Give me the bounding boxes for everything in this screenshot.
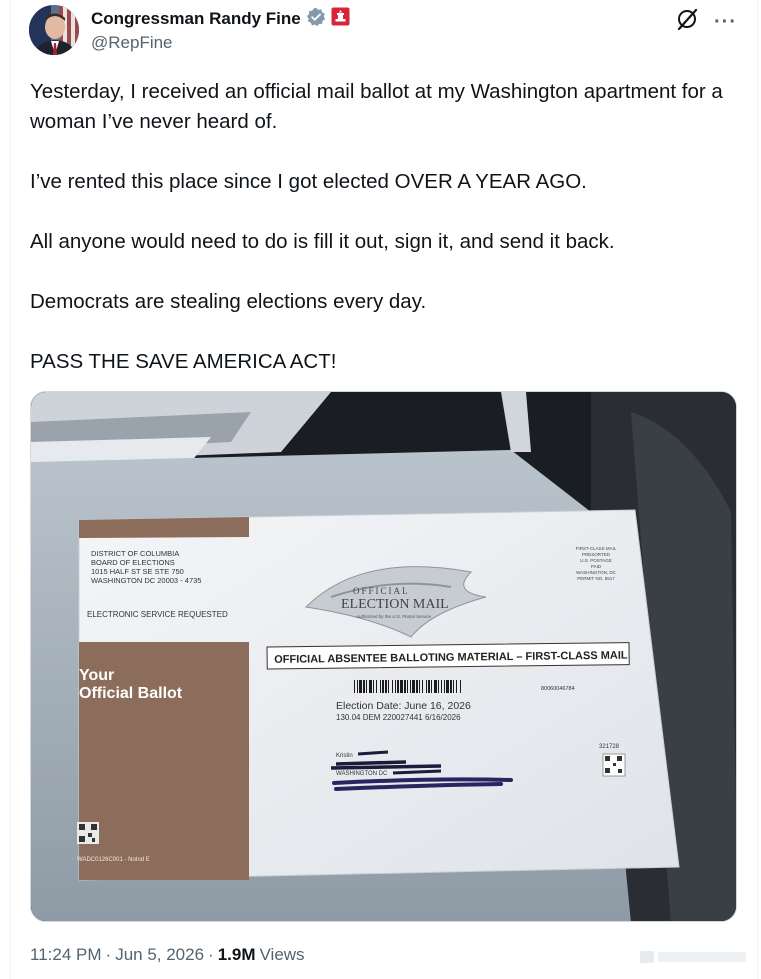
envelope-return-address-1: DISTRICT OF COLUMBIA (91, 549, 179, 558)
barcode-bar (460, 680, 461, 693)
recipient-city: WASHINGTON DC (336, 771, 388, 777)
barcode-bar (357, 680, 358, 693)
meta-separator: · (105, 945, 112, 964)
barcode-bar (419, 680, 420, 693)
meta-separator: · (208, 945, 214, 964)
tweet-paragraph: PASS THE SAVE AMERICA ACT! (30, 350, 337, 373)
tweet-photo[interactable]: DISTRICT OF COLUMBIA BOARD OF ELECTIONS … (30, 391, 737, 922)
more-icon[interactable]: ··· (714, 12, 737, 32)
barcode-bar (444, 680, 445, 693)
avatar[interactable] (29, 5, 79, 55)
author-handle[interactable]: @RepFine (91, 33, 173, 53)
barcode-bar (450, 680, 452, 693)
redaction-mark (392, 769, 442, 775)
postage-line-5: WASHINGTON, DC (576, 570, 617, 575)
barcode-bar (441, 680, 442, 693)
tweet-text: Yesterday, I received an official mail b… (30, 77, 730, 407)
barcode-bar (426, 680, 427, 693)
envelope-service-note: ELECTRONIC SERVICE REQUESTED (87, 610, 228, 619)
postal-barcode (354, 680, 461, 693)
barcode-bar (385, 680, 387, 693)
barcode-bar (446, 680, 449, 693)
barcode-bar (453, 680, 454, 693)
verified-badge-icon (306, 7, 326, 32)
envelope-return-address-2: BOARD OF ELECTIONS (91, 558, 175, 567)
postage-line-6: PERMIT NO. 5517 (577, 576, 615, 581)
barcode-bar (373, 680, 374, 693)
ballot-line: 130.04 DEM 220027441 6/16/2026 (336, 713, 461, 722)
author-name[interactable]: Congressman Randy Fine (91, 9, 301, 29)
author-name-row[interactable]: Congressman Randy Fine (91, 7, 350, 32)
barcode-bar (395, 680, 396, 693)
postage-line-4: PAID (591, 564, 602, 569)
barcode-bar (382, 680, 384, 693)
election-date: Election Date: June 16, 2026 (336, 700, 471, 712)
tweet-paragraph: Democrats are stealing elections every d… (30, 290, 427, 313)
seal-election-mail: ELECTION MAIL (341, 597, 449, 612)
barcode-bar (431, 680, 432, 693)
barcode-bar (434, 680, 437, 693)
barcode-bar (354, 680, 355, 693)
route-code: 321728 (599, 744, 620, 750)
tweet-paragraph: All anyone would need to do is fill it o… (30, 230, 615, 253)
barcode-bar (400, 680, 403, 693)
barcode-bar (397, 680, 399, 693)
barcode-bar (380, 680, 381, 693)
barcode-bar (388, 680, 389, 693)
barcode-bar (369, 680, 372, 693)
envelope-ballot-label-2: Official Ballot (79, 685, 183, 702)
barcode-bar (412, 680, 415, 693)
tweet-paragraph: Yesterday, I received an official mail b… (30, 80, 723, 133)
barcode-bar (392, 680, 393, 693)
barcode-bar (404, 680, 406, 693)
barcode-bar (376, 680, 377, 693)
views-label: Views (259, 945, 305, 964)
grok-icon[interactable] (676, 8, 698, 35)
envelope-return-address-4: WASHINGTON DC 20003 - 4735 (91, 576, 201, 585)
redaction-mark (357, 750, 389, 756)
seal-official: OFFICIAL (353, 586, 410, 596)
tweet-paragraph: I’ve rented this place since I got elect… (30, 170, 587, 193)
barcode-bar (363, 680, 365, 693)
tweet-meta: 11:24 PM · Jun 5, 2026 · 1.9M Views (30, 945, 305, 965)
congress-affiliation-icon[interactable] (331, 7, 350, 31)
barcode-bar (416, 680, 418, 693)
postage-line-1: FIRST-CLASS MAIL (576, 546, 617, 551)
tweet-date[interactable]: Jun 5, 2026 (115, 945, 204, 965)
recipient-name: Kristin (336, 753, 353, 759)
barcode-bar (428, 680, 430, 693)
barcode-bar (359, 680, 362, 693)
views-count: 1.9M (217, 945, 256, 964)
barcode-bar (366, 680, 367, 693)
envelope-footer-code: WADC0126C001 - NoInd E (77, 857, 150, 863)
tweet-time[interactable]: 11:24 PM (30, 945, 102, 965)
watermark-graphic (640, 951, 746, 963)
postage-line-3: U.S. POSTAGE (580, 558, 611, 563)
barcode-bar (456, 680, 457, 693)
envelope-ballot-label-1: Your (79, 667, 114, 684)
seal-authorized: Authorized by the U.S. Postal Service (355, 614, 432, 619)
barcode-bar (438, 680, 439, 693)
barcode-number: 80060046784 (541, 686, 575, 692)
envelope-return-address-3: 1015 HALF ST SE STE 750 (91, 567, 184, 576)
barcode-bar (410, 680, 411, 693)
barcode-bar (422, 680, 423, 693)
barcode-bar (407, 680, 408, 693)
postage-line-2: PRESORTED (582, 552, 611, 557)
